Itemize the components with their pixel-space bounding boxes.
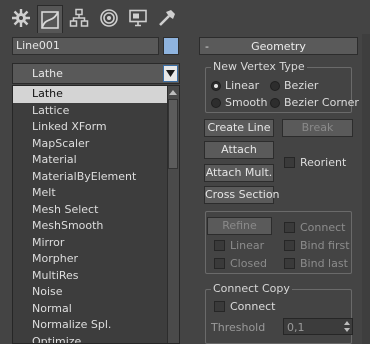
rollout-title: Geometry: [251, 39, 306, 53]
modifier-list-item[interactable]: MultiRes: [13, 268, 179, 285]
display-tab[interactable]: [125, 5, 151, 31]
rollout-collapse-toggle[interactable]: -: [200, 40, 214, 53]
checkbox-box[interactable]: [214, 240, 225, 251]
radio-button[interactable]: [211, 97, 221, 108]
modifier-list-item[interactable]: Material: [13, 152, 179, 169]
break-button[interactable]: Break: [282, 119, 353, 137]
attach-mult-button[interactable]: Attach Mult.: [204, 164, 274, 182]
modifier-list-item[interactable]: MaterialByElement: [13, 169, 179, 186]
hierarchy-tab[interactable]: [66, 5, 92, 31]
bind-first-checkbox[interactable]: Bind first: [284, 239, 350, 252]
group-label: New Vertex Type: [211, 60, 307, 73]
connect-copy-checkbox[interactable]: Connect: [214, 300, 275, 313]
connect-checkbox[interactable]: Connect: [284, 221, 345, 234]
modifier-list-item[interactable]: Optimize: [13, 334, 179, 344]
modifier-list-item[interactable]: Normalize Spl.: [13, 317, 179, 334]
modifier-list-dropdown[interactable]: Lathe: [12, 63, 180, 84]
create-line-button[interactable]: Create Line: [204, 119, 274, 137]
hierarchy-icon: [69, 8, 89, 27]
dropdown-scrollbar[interactable]: [167, 86, 179, 343]
motion-tab[interactable]: [96, 5, 122, 31]
checkbox-box[interactable]: [214, 301, 225, 312]
checkbox-box[interactable]: [284, 258, 295, 269]
command-panel-tabs: [0, 0, 370, 34]
arrow-up-icon: [169, 89, 177, 95]
dropdown-arrow-button[interactable]: [163, 65, 178, 82]
threshold-spinner[interactable]: 0,1: [283, 318, 353, 335]
object-name-field[interactable]: Line001: [12, 37, 159, 55]
modifier-list-item[interactable]: Noise: [13, 284, 179, 301]
create-icon: [12, 9, 30, 27]
create-tab[interactable]: [8, 5, 34, 31]
refine-button[interactable]: Refine: [207, 217, 272, 235]
group-label: Connect Copy: [211, 282, 292, 295]
motion-icon: [100, 9, 118, 27]
checkbox-box[interactable]: [214, 258, 225, 269]
checkbox-box[interactable]: [284, 222, 295, 233]
modify-icon: [41, 10, 59, 29]
modifier-list-item[interactable]: Lattice: [13, 103, 179, 120]
radio-bezier[interactable]: Bezier: [270, 79, 318, 92]
threshold-label: Threshold: [211, 321, 266, 334]
dropdown-scroll-thumb[interactable]: [168, 99, 178, 169]
threshold-value[interactable]: 0,1: [287, 321, 305, 334]
modifier-list-item[interactable]: Normal: [13, 301, 179, 318]
closed-checkbox[interactable]: Closed: [214, 257, 267, 270]
utilities-tab[interactable]: [154, 5, 180, 31]
modify-tab[interactable]: [37, 5, 63, 33]
arrow-up-icon[interactable]: [344, 320, 350, 325]
linear-checkbox[interactable]: Linear: [214, 239, 264, 252]
modifier-list-item[interactable]: MeshSmooth: [13, 218, 179, 235]
checkbox-box[interactable]: [284, 157, 295, 168]
radio-bezier-corner[interactable]: Bezier Corner: [270, 96, 359, 109]
chevron-down-icon: [166, 70, 175, 77]
modifier-list-value: Lathe: [32, 67, 63, 80]
modifier-list-item[interactable]: MapScaler: [13, 136, 179, 153]
attach-button[interactable]: Attach: [204, 141, 274, 159]
cross-section-button[interactable]: Cross Section: [204, 186, 280, 204]
modifier-list-item[interactable]: Mesh Select: [13, 202, 179, 219]
command-panel-scrollbar[interactable]: [362, 34, 370, 344]
reorient-checkbox[interactable]: Reorient: [284, 156, 346, 169]
utilities-icon: [159, 10, 175, 26]
modifier-list-popup: Lathe Lattice Linked XForm MapScaler Materia…: [12, 85, 180, 344]
radio-smooth[interactable]: Smooth: [211, 96, 267, 109]
connect-copy-group: Connect Copy: [205, 282, 352, 344]
radio-button[interactable]: [270, 97, 280, 108]
checkbox-box[interactable]: [284, 240, 295, 251]
modifier-list-item[interactable]: Melt: [13, 185, 179, 202]
modifier-list-item[interactable]: Lathe: [13, 86, 179, 103]
bind-last-checkbox[interactable]: Bind last: [284, 257, 348, 270]
scroll-up-arrow[interactable]: [167, 86, 179, 98]
display-icon: [129, 9, 147, 27]
object-color-swatch[interactable]: [163, 37, 179, 55]
radio-button[interactable]: [270, 80, 280, 91]
arrow-down-icon[interactable]: [344, 328, 350, 333]
modifier-list-item[interactable]: Mirror: [13, 235, 179, 252]
radio-linear[interactable]: Linear: [211, 79, 259, 92]
radio-button[interactable]: [211, 80, 221, 91]
geometry-rollout-header[interactable]: - Geometry: [199, 37, 358, 55]
modifier-list-item[interactable]: Linked XForm: [13, 119, 179, 136]
spinner-arrows[interactable]: [342, 319, 352, 334]
modifier-list-item[interactable]: Morpher: [13, 251, 179, 268]
